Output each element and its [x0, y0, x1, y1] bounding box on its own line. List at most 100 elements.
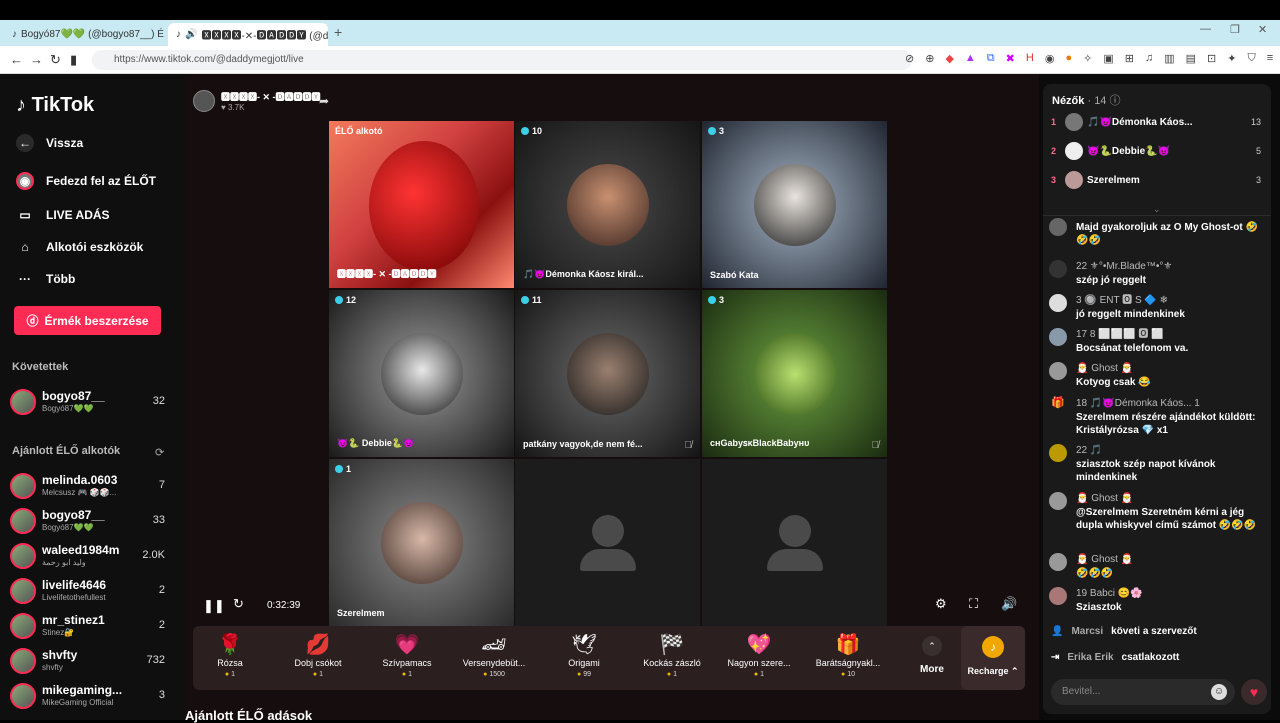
recommended-item[interactable]: melinda.0603 Melcsusz 🎮 🎲🎲... 7	[10, 471, 170, 501]
viewers-heading[interactable]: Nézők · 14 ⓘ	[1052, 92, 1121, 108]
nav-back[interactable]: ← Vissza	[16, 134, 83, 152]
browser-tab-1[interactable]: ♪ Bogyó87💚💚 (@bogyo87__) É...	[4, 23, 164, 46]
restore-icon[interactable]: ❐	[1230, 23, 1240, 36]
empty-seat-tile[interactable]	[515, 459, 700, 626]
guest-tile[interactable]: 10 🎵😈Démonka Káosz királ...	[515, 121, 700, 288]
wallet-icon[interactable]: ▤	[1186, 52, 1196, 65]
pause-icon[interactable]: ❚❚	[203, 598, 225, 614]
more-gifts-button[interactable]: ⌃ More	[907, 632, 957, 675]
recommended-item[interactable]: waleed1984m وليد ابو رحمة 2.0K	[10, 541, 170, 571]
volume-icon[interactable]: 🔊	[1001, 596, 1017, 612]
extension-icon[interactable]: ⊘	[905, 52, 914, 65]
minimize-icon[interactable]: —	[1200, 23, 1211, 35]
chevron-down-icon[interactable]: ⌄	[1153, 204, 1161, 215]
settings-icon[interactable]: ⚙	[935, 596, 947, 612]
emoji-icon[interactable]: ☺	[1211, 684, 1227, 700]
message-user[interactable]: 18 🎵😈Démonka Káos... 1	[1076, 397, 1200, 410]
browser-tab-2[interactable]: ♪ 🔊 🆇🆇🆇🆇-✕-🅳🅰🅳🅳🆈 (@daddymegjott) ✕	[168, 23, 328, 46]
extension-icon[interactable]: H	[1026, 52, 1034, 65]
guest-tile[interactable]: ÉLŐ alkotó 🆇🆇🆇🆇- ✕ -🅳🅰🅳🅳🆈	[329, 121, 514, 288]
message-user[interactable]: Erika Erik	[1067, 652, 1113, 663]
checkered-flag-icon: 🏁	[659, 634, 685, 656]
fullscreen-icon[interactable]: ⛶	[969, 596, 978, 612]
gift-item[interactable]: 🕊 Origami 99	[540, 632, 628, 678]
message-user[interactable]: 22 🎵	[1076, 444, 1102, 457]
message-user[interactable]: 🎅 Ghost 🎅	[1076, 492, 1133, 505]
refresh-stream-icon[interactable]: ↻	[233, 596, 244, 612]
mic-muted-icon: 🎙̸	[871, 440, 880, 451]
extension-icon[interactable]: ●	[1065, 52, 1072, 65]
extension-icon[interactable]: ✦	[1227, 52, 1236, 65]
reload-icon[interactable]: ↻	[50, 52, 61, 68]
bookmark-icon[interactable]: ▮	[70, 52, 77, 68]
extension-icon[interactable]: ✧	[1083, 52, 1092, 65]
sidebar-icon[interactable]: ▥	[1164, 52, 1174, 65]
message-user[interactable]: 🎅 Ghost 🎅	[1076, 362, 1133, 375]
brave-shield-icon[interactable]: ◆	[945, 52, 953, 65]
recommended-item[interactable]: mikegaming... MikeGaming Official 3	[10, 681, 170, 711]
translate-icon[interactable]: ⧉	[987, 52, 995, 65]
viewer-score: 3	[1255, 175, 1261, 185]
gift-item[interactable]: 🏁 Kockás zászló 1	[628, 632, 716, 678]
viewer-count: 2.0K	[142, 549, 165, 561]
refresh-icon[interactable]: ⟳	[155, 446, 164, 459]
menu-icon[interactable]: ≡	[1267, 52, 1273, 65]
extension-icon[interactable]: ✖	[1006, 52, 1015, 65]
message-user[interactable]: Marcsi	[1071, 626, 1103, 637]
guest-tile[interactable]: 1 Szerelmem	[329, 459, 514, 626]
tiktok-logo[interactable]: ♪ TikTok	[16, 94, 94, 117]
close-window-icon[interactable]: ✕	[1258, 23, 1267, 36]
gift-item[interactable]: 🎁 Barátságnyakl... 10	[804, 632, 892, 678]
info-icon[interactable]: ⓘ	[1110, 95, 1121, 107]
extension-icon[interactable]: ▣	[1103, 52, 1113, 65]
guest-tile[interactable]: 11 patkány vagyok,de nem fé... 🎙̸	[515, 290, 700, 457]
nav-creator-tools[interactable]: ⌂ Alkotói eszközök	[16, 238, 143, 256]
badge-text: 11	[532, 295, 542, 305]
recommended-item[interactable]: livelife4646 Livelifetothefullest 2	[10, 576, 170, 606]
back-icon[interactable]: ←	[10, 52, 23, 67]
top-viewer-row[interactable]: 3 Szerelmem 3	[1051, 170, 1261, 190]
message-user[interactable]: 22 ⚜°•Mr.Blade™•°⚜	[1076, 260, 1172, 273]
recommended-item[interactable]: shvfty shvfty 732	[10, 646, 170, 676]
url-field[interactable]: https://www.tiktok.com/@daddymegjott/liv…	[92, 50, 912, 70]
new-tab-button[interactable]: +	[334, 24, 342, 40]
heart-icon[interactable]: ♥	[1241, 679, 1267, 705]
vpn-icon[interactable]: ⛉	[1247, 52, 1255, 65]
nav-discover-live[interactable]: ◉ Fedezd fel az ÉLŐT	[16, 172, 156, 190]
gift-name: Versenydebüt...	[462, 658, 526, 668]
top-viewer-row[interactable]: 1 🎵😈Démonka Káos... 13	[1051, 112, 1261, 132]
message-user[interactable]: 17 8 ⬜⬜⬜ 🅾 ⬜	[1076, 328, 1164, 341]
nav-more[interactable]: ··· Több	[16, 270, 75, 288]
gift-item[interactable]: 🏎 Versenydebüt... 1500	[450, 632, 538, 678]
gift-item[interactable]: 🌹 Rózsa 1	[186, 632, 274, 678]
host-info[interactable]: 🆇🆇🆇🆇- ✕ -🅳🅰🅳🅳🆈 ♥ 3.7K	[193, 90, 321, 112]
message-user[interactable]: 🎅 Ghost 🎅	[1076, 553, 1133, 566]
guest-tile[interactable]: 3 ᴄʜGabyꜱᴋBlackBabyʜᴜ 🎙̸	[702, 290, 887, 457]
guest-tile[interactable]: 12 😈🐍 Debbie🐍😈	[329, 290, 514, 457]
guest-score-badge: 12	[335, 295, 356, 305]
recommended-item[interactable]: mr_stinez1 Stinez🔐 2	[10, 611, 170, 641]
gift-item[interactable]: 💗 Szívpamacs 1	[363, 632, 451, 678]
gift-item[interactable]: 💋 Dobj csókot 1	[274, 632, 362, 678]
gift-item[interactable]: 💖 Nagyon szere... 1	[715, 632, 803, 678]
empty-seat-tile[interactable]	[702, 459, 887, 626]
extension-icon[interactable]: ⊞	[1125, 52, 1134, 65]
music-icon[interactable]: ♫	[1145, 52, 1153, 65]
recommended-item[interactable]: bogyo87__ Bogyó87💚💚 33	[10, 506, 170, 536]
extension-icon[interactable]: ◉	[1045, 52, 1055, 65]
message-user[interactable]: 3 🔘 ENT 🅾 S 🔷 ❄	[1076, 294, 1168, 307]
message-user[interactable]: 19 Babci 😊🌸	[1076, 587, 1143, 600]
rewards-icon[interactable]: ▲	[965, 52, 976, 65]
extension-icon[interactable]: ⊡	[1207, 52, 1216, 65]
share-icon[interactable]: ➦	[319, 94, 329, 108]
chat-input[interactable]: Bevitel...	[1051, 679, 1235, 705]
zoom-icon[interactable]: ⊕	[925, 52, 934, 65]
recharge-button[interactable]: ♪ Recharge ⌃	[961, 626, 1025, 690]
top-viewer-row[interactable]: 2 😈🐍Debbie🐍😈 5	[1051, 141, 1261, 161]
following-item[interactable]: bogyo87__ Bogyó87💚💚 32	[10, 387, 170, 417]
avatar	[10, 578, 36, 604]
forward-icon[interactable]: →	[30, 52, 43, 67]
get-coins-button[interactable]: ⓓ Érmék beszerzése	[14, 306, 161, 335]
nav-live[interactable]: ▭ LIVE ADÁS	[16, 206, 109, 224]
guest-tile[interactable]: 3 Szabó Kata	[702, 121, 887, 288]
